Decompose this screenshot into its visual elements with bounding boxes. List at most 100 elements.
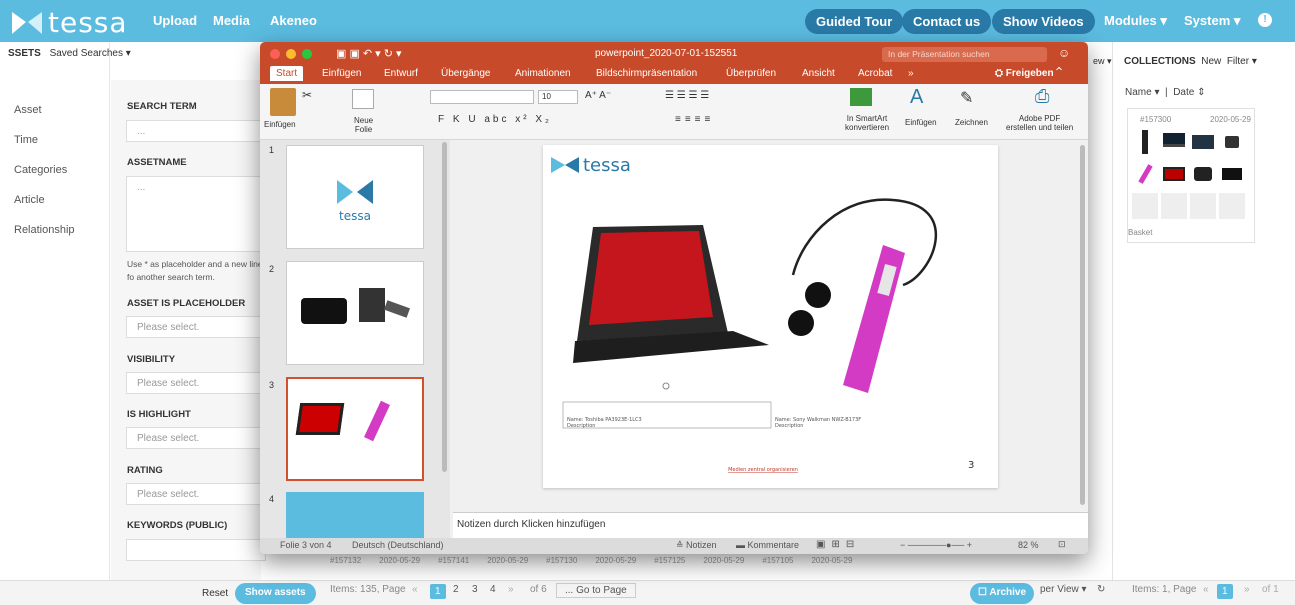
list-buttons[interactable]: ☰ ☰ ☰ ☰ [665, 90, 709, 101]
minimize-icon[interactable] [286, 49, 296, 59]
right-next-icon[interactable]: » [1244, 584, 1250, 595]
close-icon[interactable] [270, 49, 280, 59]
draw-icon[interactable]: ✎ [960, 88, 973, 108]
search-term-input[interactable]: ... [126, 120, 266, 142]
text-format-buttons[interactable]: F K U abc x² X₂ [438, 114, 552, 125]
collection-card[interactable]: #157300 2020-05-29 Basket [1127, 108, 1255, 243]
share-button[interactable]: ⛭ Freigeben ⌃ [995, 68, 1062, 79]
zoom-level[interactable]: 82 % [1018, 540, 1039, 550]
tab-ueberpruefen[interactable]: Überprüfen [726, 68, 776, 79]
tab-bildschirmpraesentation[interactable]: Bildschirmpräsentation [596, 68, 697, 79]
sidebar-item-asset[interactable]: Asset [14, 104, 42, 116]
left-sidebar [0, 42, 110, 605]
assetname-input[interactable]: ... [126, 176, 266, 252]
notes-field[interactable]: Notizen durch Klicken hinzufügen [453, 512, 1088, 538]
next-page-icon[interactable]: » [508, 584, 514, 595]
reset-button[interactable]: Reset [202, 588, 228, 599]
comments-toggle[interactable]: ▬ Kommentare [736, 540, 799, 550]
prev-page-icon[interactable]: « [412, 584, 418, 595]
show-assets-button[interactable]: Show assets [235, 583, 316, 604]
fit-slide-icon[interactable]: ⊡ [1058, 539, 1066, 550]
sidebar-item-article[interactable]: Article [14, 194, 45, 206]
tab-acrobat[interactable]: Acrobat [858, 68, 892, 79]
sidebar-item-relationship[interactable]: Relationship [14, 224, 75, 236]
keywords-input[interactable] [126, 539, 266, 561]
language-status[interactable]: Deutsch (Deutschland) [352, 540, 444, 550]
system-menu[interactable]: System ▾ [1184, 13, 1240, 29]
show-videos-button[interactable]: Show Videos [992, 9, 1095, 34]
ppt-search-input[interactable]: In der Präsentation suchen [882, 47, 1047, 62]
thumbnail-scrollbar[interactable] [442, 142, 447, 472]
info-icon[interactable]: ! [1258, 13, 1272, 27]
modules-menu[interactable]: Modules ▾ [1104, 13, 1167, 29]
guided-tour-button[interactable]: Guided Tour [805, 9, 904, 34]
maximize-icon[interactable] [302, 49, 312, 59]
slide-thumbnail-1[interactable]: tessa [286, 145, 424, 249]
nav-upload[interactable]: Upload [153, 13, 197, 28]
page-2[interactable]: 2 [453, 584, 459, 595]
right-prev-icon[interactable]: « [1203, 584, 1209, 595]
slide-thumbnails-pane: 1 tessa 2 3 4 [260, 140, 450, 554]
tab-animationen[interactable]: Animationen [515, 68, 571, 79]
highlight-select[interactable]: Please select. [126, 427, 266, 449]
slide-thumbnail-3[interactable] [286, 377, 424, 481]
rating-select[interactable]: Please select. [126, 483, 266, 505]
page-3[interactable]: 3 [472, 584, 478, 595]
smiley-icon[interactable]: ☺ [1058, 46, 1070, 60]
font-size-select[interactable]: 10 [538, 90, 578, 104]
placeholder-label: ASSET IS PLACEHOLDER [127, 298, 246, 309]
cut-icon[interactable]: ✂ [302, 88, 312, 102]
saved-searches-dropdown[interactable]: Saved Searches ▾ [50, 48, 131, 59]
assets-tab[interactable]: SSETS [8, 48, 41, 59]
smartart-label: In SmartArt konvertieren [845, 114, 890, 132]
empty-thumbnail [1161, 193, 1187, 219]
placeholder-select[interactable]: Please select. [126, 316, 266, 338]
font-family-select[interactable] [430, 90, 534, 104]
tab-more[interactable]: » [908, 68, 914, 79]
svg-text:tessa: tessa [339, 209, 371, 223]
paste-icon[interactable] [270, 88, 296, 116]
slide-canvas[interactable]: tessa Name: Toshiba PA3923E-1LC3 Descrip… [543, 145, 998, 488]
sort-name[interactable]: Name ▾ [1125, 87, 1159, 98]
refresh-icon[interactable]: ↻ [1097, 584, 1105, 595]
page-1[interactable]: 1 [430, 584, 446, 599]
sidebar-item-categories[interactable]: Categories [14, 164, 67, 176]
tab-entwurf[interactable]: Entwurf [384, 68, 418, 79]
visibility-select[interactable]: Please select. [126, 372, 266, 394]
sort-date[interactable]: Date ⇕ [1173, 87, 1205, 98]
smartart-icon[interactable] [850, 88, 872, 106]
filter-dropdown[interactable]: Filter ▾ [1227, 56, 1257, 67]
zoom-slider[interactable]: − ──────●── + [900, 540, 972, 550]
tab-uebergaenge[interactable]: Übergänge [441, 68, 490, 79]
new-slide-icon[interactable] [352, 89, 374, 109]
nav-media[interactable]: Media [213, 13, 250, 28]
per-view-dropdown[interactable]: per View ▾ [1040, 584, 1087, 595]
nav-akeneo[interactable]: Akeneo [270, 13, 317, 28]
tab-einfuegen[interactable]: Einfügen [322, 68, 361, 79]
page-4[interactable]: 4 [490, 584, 496, 595]
contact-button[interactable]: Contact us [902, 9, 992, 34]
keywords-label: KEYWORDS (PUBLIC) [127, 520, 228, 531]
product-thumbnail [1161, 161, 1187, 187]
tab-start[interactable]: Start [270, 66, 304, 81]
new-collection-button[interactable]: New [1201, 56, 1221, 67]
slide-thumbnail-2[interactable] [286, 261, 424, 365]
quick-access-icons[interactable]: ▣ ▣ ↶ ▾ ↻ ▾ [336, 47, 402, 60]
collections-toolbar: COLLECTIONS New Filter ▾ [1124, 56, 1257, 67]
sidebar-item-time[interactable]: Time [14, 134, 38, 146]
notes-toggle[interactable]: ≙ Notizen [676, 540, 717, 551]
highlight-label: IS HIGHLIGHT [127, 409, 191, 420]
right-page-1[interactable]: 1 [1217, 584, 1233, 599]
tab-ansicht[interactable]: Ansicht [802, 68, 835, 79]
view-dropdown[interactable]: ew ▾ [1093, 56, 1112, 67]
slide-scrollbar[interactable] [1080, 145, 1085, 505]
tessa-logo[interactable]: tessa [10, 6, 128, 39]
font-size-buttons[interactable]: A⁺ A⁻ [585, 90, 611, 101]
goto-page-input[interactable]: ... Go to Page [556, 583, 636, 598]
align-buttons[interactable]: ≡≡≡≡ [675, 114, 714, 125]
adobe-pdf-icon[interactable]: ⎙ [1035, 86, 1049, 107]
archive-button[interactable]: ☐ Archive [970, 583, 1035, 604]
view-mode-icons[interactable]: ▣⊞⊟ [816, 539, 860, 550]
share-label: Freigeben [1005, 68, 1054, 79]
insert-shape-icon[interactable]: A [910, 86, 923, 109]
